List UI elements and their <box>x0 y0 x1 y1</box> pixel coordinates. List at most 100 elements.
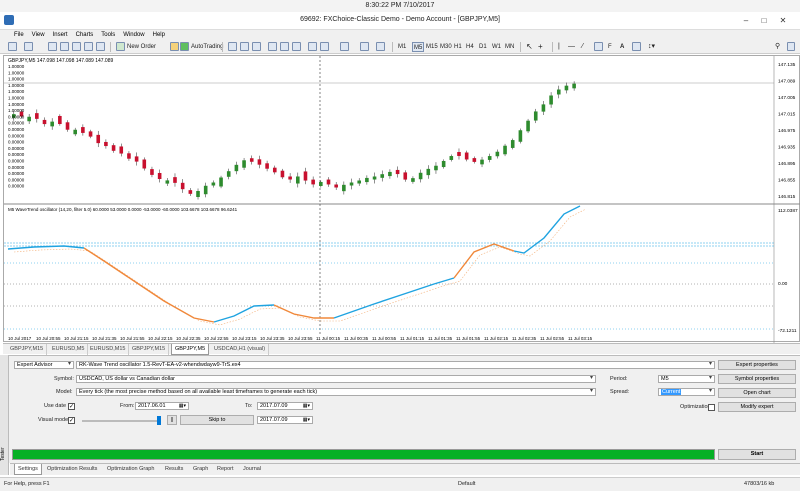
tab-optimization-results[interactable]: Optimization Results <box>44 464 100 475</box>
tf-m15[interactable]: M15 <box>426 42 438 52</box>
optimization-checkbox[interactable] <box>708 404 715 411</box>
trendline-icon[interactable]: ⁄ <box>582 42 583 52</box>
visual-mode-label: Visual mode <box>38 417 69 423</box>
menu-tools[interactable]: Tools <box>97 30 119 40</box>
horizontal-line-icon[interactable]: — <box>568 42 575 52</box>
symbol-select[interactable]: USDCAD, US dollar vs Canadian dollar <box>76 375 596 383</box>
from-date-input[interactable]: 2017.06.01 ▦▾ <box>135 402 189 410</box>
tester-type-select[interactable]: Expert Advisor <box>14 361 74 369</box>
candlestick-icon[interactable] <box>240 42 249 51</box>
tf-m30[interactable]: M30 <box>440 42 452 52</box>
spread-select[interactable]: Current <box>658 388 715 396</box>
price-tick-label: 146.855 <box>778 178 796 184</box>
window-tab-active[interactable]: GBPJPY,M5 <box>171 344 210 355</box>
text-label-icon[interactable] <box>632 42 641 51</box>
candle-body <box>211 182 216 186</box>
menu-window[interactable]: Window <box>119 30 148 40</box>
visual-mode-checkbox[interactable]: ✓ <box>68 417 75 424</box>
speed-slider-thumb[interactable] <box>157 416 161 425</box>
autotrading-icon[interactable] <box>180 42 189 51</box>
autotrading-button[interactable]: AutoTrading <box>191 42 223 52</box>
line-chart-icon[interactable] <box>252 42 261 51</box>
open-chart-button[interactable]: Open chart <box>718 388 796 398</box>
tab-results[interactable]: Results <box>162 464 186 475</box>
window-tab[interactable]: GBPJPY,M15 <box>129 344 170 355</box>
tf-w1[interactable]: W1 <box>492 42 501 52</box>
tf-mn[interactable]: MN <box>505 42 514 52</box>
tab-report[interactable]: Report <box>214 464 237 475</box>
maximize-icon[interactable]: □ <box>758 15 770 26</box>
model-select[interactable]: Every tick (the most precise method base… <box>76 388 596 396</box>
tab-graph[interactable]: Graph <box>190 464 211 475</box>
terminal-icon[interactable] <box>84 42 93 51</box>
indicators-icon[interactable] <box>340 42 349 51</box>
strategy-tester-icon[interactable] <box>96 42 105 51</box>
skip-to-button[interactable]: Skip to <box>180 415 254 425</box>
chart-canvas[interactable]: GBPJPY,M5 147.098 147.098 147.089 147.08… <box>4 56 800 343</box>
tf-m1[interactable]: M1 <box>398 42 406 52</box>
tab-settings[interactable]: Settings <box>14 464 42 475</box>
new-order-button[interactable]: New Order <box>127 42 156 52</box>
menu-help[interactable]: Help <box>149 30 169 40</box>
navigator-icon[interactable] <box>72 42 81 51</box>
cursor-icon[interactable]: ↖ <box>526 42 533 52</box>
menu-insert[interactable]: Insert <box>49 30 72 40</box>
tf-m5[interactable]: M5 <box>412 42 425 52</box>
zoom-in-icon[interactable] <box>268 42 277 51</box>
calendar-icon[interactable]: ▦▾ <box>303 417 310 423</box>
window-tab[interactable]: USDCAD,H1 (visual) <box>211 344 270 355</box>
equidistant-channel-icon[interactable] <box>594 42 603 51</box>
chart-shift-icon[interactable] <box>308 42 317 51</box>
window-tab[interactable]: EURUSD,M15 <box>87 344 130 355</box>
expert-select[interactable]: RK-Wave Trend oscillator 1.5-RevT-EA-v2-… <box>76 361 715 369</box>
symbol-properties-button[interactable]: Symbol properties <box>718 374 796 384</box>
market-watch-icon[interactable] <box>48 42 57 51</box>
use-date-checkbox[interactable]: ✓ <box>68 403 75 410</box>
new-chart-icon[interactable] <box>8 42 17 51</box>
candle-body <box>311 179 315 185</box>
tile-windows-icon[interactable] <box>292 42 301 51</box>
zoom-out-icon[interactable] <box>280 42 289 51</box>
menu-file[interactable]: File <box>0 30 28 40</box>
start-button[interactable]: Start <box>718 449 796 460</box>
tf-h1[interactable]: H1 <box>454 42 462 52</box>
modify-expert-button[interactable]: Modify expert <box>718 402 796 412</box>
autoscroll-icon[interactable] <box>320 42 329 51</box>
period-select[interactable]: M5 <box>658 375 715 383</box>
left-value-label: 0.00000 <box>8 114 25 119</box>
metaeditor-icon[interactable] <box>170 42 179 51</box>
crosshair-icon[interactable]: + <box>538 42 543 52</box>
arrows-icon[interactable]: ↕▾ <box>648 42 655 52</box>
menu-view[interactable]: View <box>28 30 49 40</box>
speed-slider-track[interactable] <box>82 420 160 422</box>
menu-charts[interactable]: Charts <box>72 30 98 40</box>
tab-optimization-graph[interactable]: Optimization Graph <box>104 464 157 475</box>
search-icon[interactable]: ⚲ <box>775 42 780 52</box>
calendar-icon[interactable]: ▦▾ <box>179 403 186 409</box>
pause-button[interactable]: || <box>167 415 177 425</box>
chart-window-tabs: GBPJPY,M15 EURUSD,M5 EURUSD,M15 GBPJPY,M… <box>3 343 800 355</box>
window-tab[interactable]: GBPJPY,M15 <box>7 344 48 355</box>
skip-date-input[interactable]: 2017.07.09 ▦▾ <box>257 416 313 424</box>
tab-journal[interactable]: Journal <box>240 464 264 475</box>
templates-icon[interactable] <box>376 42 385 51</box>
fibonacci-icon[interactable]: F <box>608 42 612 52</box>
chart-window[interactable]: GBPJPY,M5 147.098 147.098 147.089 147.08… <box>3 55 800 343</box>
candle-body <box>503 145 507 155</box>
tf-d1[interactable]: D1 <box>479 42 487 52</box>
expert-properties-button[interactable]: Expert properties <box>718 360 796 370</box>
bar-chart-icon[interactable] <box>228 42 237 51</box>
calendar-icon[interactable]: ▦▾ <box>303 403 310 409</box>
new-order-icon[interactable] <box>116 42 125 51</box>
periods-icon[interactable] <box>360 42 369 51</box>
tf-h4[interactable]: H4 <box>466 42 474 52</box>
community-icon[interactable] <box>787 42 795 51</box>
close-icon[interactable]: ✕ <box>777 15 789 26</box>
minimize-icon[interactable]: – <box>740 15 752 26</box>
vertical-line-icon[interactable]: | <box>558 42 560 52</box>
window-tab[interactable]: EURUSD,M5 <box>49 344 89 355</box>
profiles-icon[interactable] <box>24 42 33 51</box>
data-window-icon[interactable] <box>60 42 69 51</box>
text-tool-icon[interactable]: A <box>620 42 624 52</box>
to-date-input[interactable]: 2017.07.09 ▦▾ <box>257 402 313 410</box>
